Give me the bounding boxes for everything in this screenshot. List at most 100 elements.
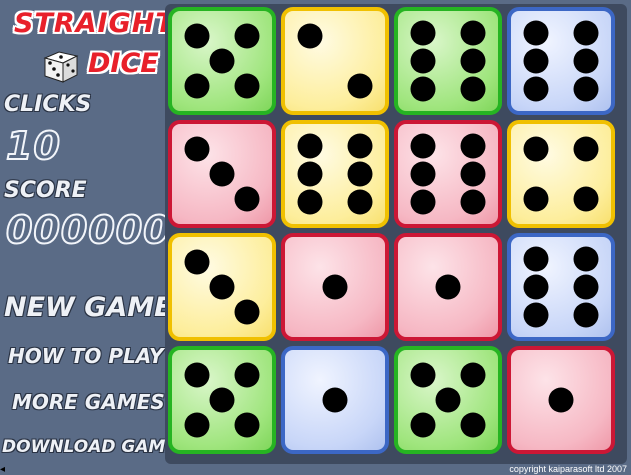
die-pip [410,48,436,74]
clicks-value: 10 [5,123,61,169]
die-pip [573,186,599,212]
back-arrow-icon[interactable]: ◂ [0,464,5,475]
die-pip [184,412,210,438]
die-pip [322,387,348,413]
die-pip [460,362,486,388]
die-red-3[interactable] [168,120,276,228]
die-pip [460,412,486,438]
die-red-1[interactable] [394,233,502,341]
die-blue-6[interactable] [507,7,615,115]
die-pip [410,133,436,159]
die-yellow-3[interactable] [168,233,276,341]
die-pip [573,48,599,74]
die-pip [410,161,436,187]
die-pip [435,274,461,300]
die-face [410,133,486,215]
die-pip [460,76,486,102]
die-pip [184,136,210,162]
die-pip [410,412,436,438]
die-pip [523,20,549,46]
die-pip [410,362,436,388]
die-yellow-4[interactable] [507,120,615,228]
die-pip [297,189,323,215]
die-pip [209,274,235,300]
die-pip [460,133,486,159]
die-red-1[interactable] [507,346,615,454]
die-green-6[interactable] [394,7,502,115]
die-pip [573,302,599,328]
die-face [297,23,373,99]
die-pip [347,73,373,99]
game-logo: STRAIGHT DICE [12,6,174,86]
download-games-button[interactable]: DOWNLOAD GAMES [2,437,189,457]
score-value: 000000 [5,207,171,253]
die-yellow-2[interactable] [281,7,389,115]
how-to-play-button[interactable]: HOW TO PLAY [8,344,163,368]
die-face [184,362,260,438]
die-face [322,274,348,300]
die-pip [347,161,373,187]
dice-board [165,4,627,464]
die-face [435,274,461,300]
die-pip [573,246,599,272]
die-pip [347,189,373,215]
die-pip [523,274,549,300]
die-pip [297,161,323,187]
die-face [184,249,260,325]
die-pip [460,20,486,46]
die-blue-1[interactable] [281,346,389,454]
die-pip [410,189,436,215]
die-pip [297,133,323,159]
die-pip [548,387,574,413]
die-yellow-6[interactable] [281,120,389,228]
die-pip [573,76,599,102]
die-pip [523,302,549,328]
die-pip [184,23,210,49]
die-pip [460,161,486,187]
die-green-5[interactable] [168,7,276,115]
die-pip [410,20,436,46]
copyright-text: copyright kaiparasoft ltd 2007 [509,464,627,474]
die-pip [234,73,260,99]
die-face [297,133,373,215]
die-pip [347,133,373,159]
die-pip [523,76,549,102]
die-pip [435,387,461,413]
die-face [523,20,599,102]
die-green-5[interactable] [168,346,276,454]
score-label: SCORE [4,178,87,203]
die-pip [184,249,210,275]
die-green-5[interactable] [394,346,502,454]
logo-dice-icon [43,51,79,83]
die-pip [297,23,323,49]
die-pip [234,412,260,438]
die-pip [234,299,260,325]
more-games-button[interactable]: MORE GAMES [12,390,165,414]
die-pip [234,23,260,49]
die-pip [209,161,235,187]
die-blue-6[interactable] [507,233,615,341]
die-pip [209,387,235,413]
die-pip [322,274,348,300]
new-game-button[interactable]: NEW GAME [4,292,173,323]
die-pip [234,186,260,212]
die-red-1[interactable] [281,233,389,341]
die-red-6[interactable] [394,120,502,228]
logo-title-line1: STRAIGHT [14,8,175,39]
die-pip [523,246,549,272]
die-face [184,136,260,212]
die-pip [460,189,486,215]
die-face [410,362,486,438]
die-pip [184,362,210,388]
die-face [523,136,599,212]
die-pip [184,73,210,99]
die-face [548,387,574,413]
logo-title-line2: DICE [88,48,159,79]
clicks-label: CLICKS [4,92,92,117]
die-pip [523,48,549,74]
die-pip [573,20,599,46]
die-pip [460,48,486,74]
die-face [523,246,599,328]
die-pip [523,136,549,162]
die-face [410,20,486,102]
